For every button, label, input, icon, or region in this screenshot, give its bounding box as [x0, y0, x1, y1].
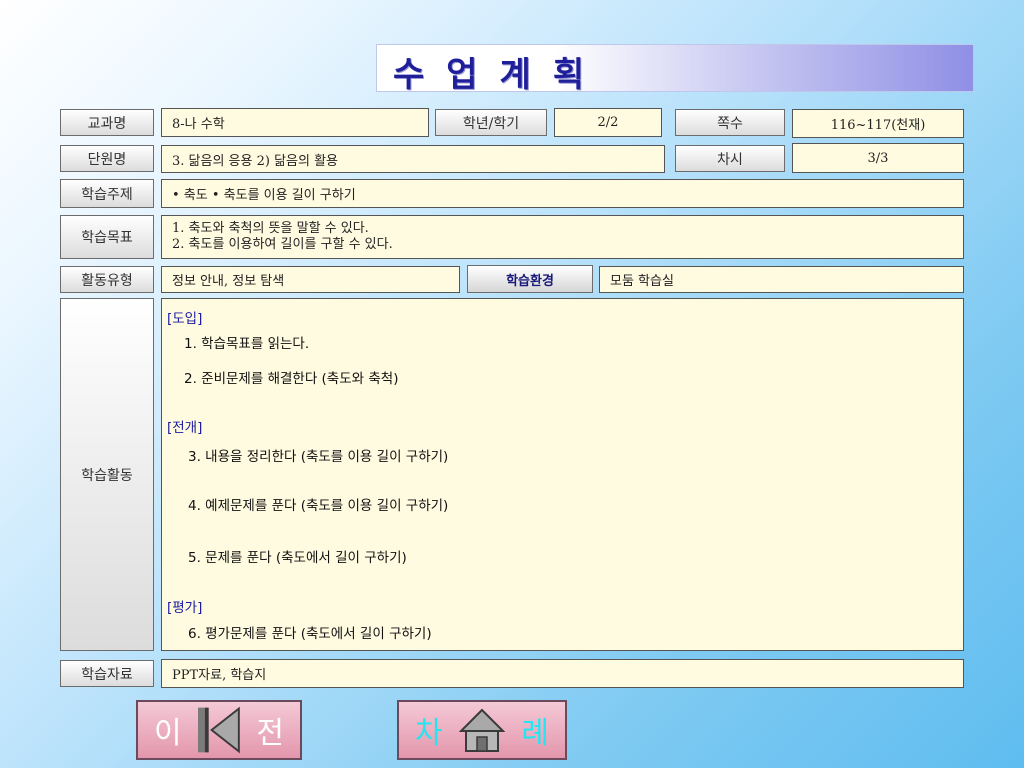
- materials-label: 학습자료: [60, 660, 154, 687]
- activity-step-6: 6. 평가문제를 푼다 (축도에서 길이 구하기): [188, 626, 432, 642]
- prev-left-char: 이: [154, 716, 182, 751]
- goals-value: 1. 축도와 축척의 뜻을 말할 수 있다. 2. 축도를 이용하여 길이를 구…: [161, 215, 964, 259]
- subject-label: 교과명: [60, 109, 154, 136]
- left-triangle-icon: [197, 706, 240, 754]
- unit-value: 3. 닮음의 응용 2) 닮음의 활용: [161, 145, 665, 173]
- pages-label: 쪽수: [675, 109, 785, 136]
- goals-label: 학습목표: [60, 215, 154, 259]
- home-icon: [459, 708, 505, 752]
- pages-value: 116~117(천재): [792, 109, 964, 138]
- activity-type-label: 활동유형: [60, 266, 154, 293]
- topic-value: • 축도 • 축도를 이용 길이 구하기: [161, 179, 964, 208]
- materials-value: PPT자료, 학습지: [161, 659, 964, 688]
- goal-line-1: 1. 축도와 축척의 뜻을 말할 수 있다.: [172, 221, 369, 236]
- develop-heading: [전개]: [167, 420, 203, 436]
- grade-value: 2/2: [554, 108, 662, 137]
- activity-step-5: 5. 문제를 푼다 (축도에서 길이 구하기): [188, 550, 407, 566]
- activities-panel: [도입] 1. 학습목표를 읽는다. 2. 준비문제를 해결한다 (축도와 축척…: [161, 298, 964, 651]
- prev-right-char: 전: [256, 716, 284, 751]
- activity-step-2: 2. 준비문제를 해결한다 (축도와 축척): [184, 371, 399, 387]
- toc-left-char: 차: [415, 716, 443, 751]
- intro-heading: [도입]: [167, 311, 203, 327]
- toc-button[interactable]: 차 례: [397, 700, 567, 760]
- session-label: 차시: [675, 145, 785, 172]
- activity-step-4: 4. 예제문제를 푼다 (축도를 이용 길이 구하기): [188, 498, 449, 514]
- eval-heading: [평가]: [167, 600, 203, 616]
- unit-label: 단원명: [60, 145, 154, 172]
- toc-right-char: 례: [521, 716, 549, 751]
- topic-label: 학습주제: [60, 179, 154, 208]
- activity-type-value: 정보 안내, 정보 탐색: [161, 266, 460, 293]
- activity-step-3: 3. 내용을 정리한다 (축도를 이용 길이 구하기): [188, 449, 449, 465]
- grade-label: 학년/학기: [435, 109, 547, 136]
- subject-value: 8-나 수학: [161, 108, 429, 137]
- page-title: 수업계획: [393, 55, 607, 95]
- environment-label: 학습환경: [467, 265, 593, 293]
- title-banner: 수업계획: [376, 44, 974, 95]
- environment-value: 모둠 학습실: [599, 266, 964, 293]
- session-value: 3/3: [792, 143, 964, 173]
- prev-button[interactable]: 이 전: [136, 700, 302, 760]
- goal-line-2: 2. 축도를 이용하여 길이를 구할 수 있다.: [172, 237, 393, 252]
- activity-step-1: 1. 학습목표를 읽는다.: [184, 336, 310, 352]
- activities-label: 학습활동: [60, 298, 154, 651]
